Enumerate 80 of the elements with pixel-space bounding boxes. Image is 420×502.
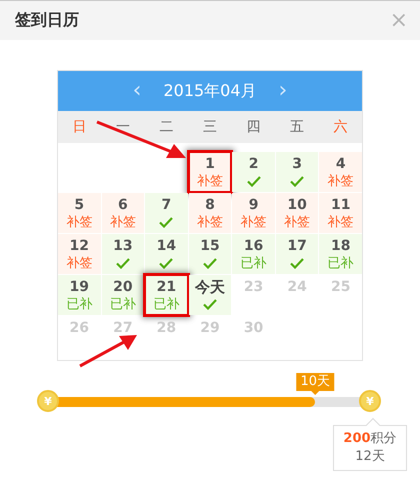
weekday-label: 六 bbox=[332, 118, 348, 136]
status-label: 已补 bbox=[110, 296, 136, 313]
status-label: 补签 bbox=[284, 214, 310, 231]
calendar-day[interactable]: 6 补签 bbox=[102, 193, 144, 233]
weekday-label: 二 bbox=[158, 118, 175, 136]
calendar-day[interactable]: 1 补签 bbox=[188, 152, 232, 192]
day-number: 21 bbox=[156, 279, 176, 296]
status-label: 已补 bbox=[153, 296, 180, 313]
day-number: 3 bbox=[292, 156, 302, 173]
weekday-label: 五 bbox=[288, 118, 305, 136]
calendar-day[interactable]: 20 已补 bbox=[102, 275, 144, 315]
calendar-day[interactable]: 19 已补 bbox=[58, 275, 101, 315]
calendar-day[interactable]: 2 bbox=[232, 152, 275, 192]
day-number: 14 bbox=[156, 238, 176, 255]
day-number: 2 bbox=[248, 156, 258, 173]
calendar-day[interactable]: 8 补签 bbox=[188, 193, 232, 233]
day-number: 18 bbox=[330, 238, 350, 255]
day-number: 10 bbox=[287, 197, 307, 214]
check-icon bbox=[202, 258, 217, 269]
day-number: 19 bbox=[70, 279, 90, 296]
day-number: 16 bbox=[244, 238, 264, 255]
day-number: 4 bbox=[336, 156, 346, 173]
weekday-label: 一 bbox=[115, 118, 132, 136]
check-icon bbox=[116, 258, 130, 269]
calendar-day[interactable]: 12 补签 bbox=[58, 234, 101, 274]
calendar-day[interactable]: 18 已补 bbox=[319, 234, 362, 274]
calendar-day[interactable]: 4 补签 bbox=[319, 152, 362, 192]
reward-days: 12天 bbox=[334, 448, 406, 466]
status-label: 已补 bbox=[66, 296, 92, 313]
coin-icon: ¥ bbox=[37, 390, 59, 412]
day-number: 1 bbox=[205, 156, 215, 173]
day-number: 今天 bbox=[194, 279, 225, 296]
check-icon bbox=[202, 299, 217, 310]
calendar-day[interactable]: 15 bbox=[188, 234, 232, 274]
status-label: 已补 bbox=[328, 255, 354, 272]
calendar-day[interactable]: 7 bbox=[145, 193, 188, 233]
status-label: 补签 bbox=[66, 214, 92, 231]
status-label: 补签 bbox=[196, 173, 223, 190]
status-label: 补签 bbox=[196, 214, 223, 231]
check-icon bbox=[290, 258, 304, 269]
day-number: 11 bbox=[330, 197, 350, 214]
status-label: 补签 bbox=[110, 214, 136, 231]
calendar-day[interactable]: 13 bbox=[102, 234, 144, 274]
status-label: 已补 bbox=[240, 255, 267, 272]
arrow bbox=[79, 335, 137, 368]
status-label: 补签 bbox=[66, 255, 92, 272]
calendar-day[interactable]: 今天 bbox=[188, 275, 232, 315]
calendar-day[interactable]: 9 补签 bbox=[232, 193, 275, 233]
check-icon bbox=[159, 258, 174, 269]
weekday-label: 四 bbox=[245, 118, 262, 136]
month-label: 2015年04月 bbox=[163, 80, 257, 102]
weekday-label: 三 bbox=[202, 118, 218, 136]
day-number: 12 bbox=[70, 238, 90, 255]
calendar-day[interactable]: 11 补签 bbox=[319, 193, 362, 233]
day-number: 20 bbox=[113, 279, 133, 296]
check-icon bbox=[246, 176, 261, 187]
calendar-day[interactable]: 16 已补 bbox=[232, 234, 275, 274]
day-number: 8 bbox=[205, 197, 215, 214]
day-number: 6 bbox=[118, 197, 128, 214]
day-number: 13 bbox=[113, 238, 133, 255]
calendar-day[interactable]: 21 已补 bbox=[145, 275, 188, 315]
calendar-day[interactable]: 3 bbox=[276, 152, 318, 192]
reward-points: 200积分 bbox=[342, 430, 398, 448]
status-label: 补签 bbox=[328, 214, 354, 231]
day-number: 5 bbox=[74, 197, 84, 214]
coin-icon: ¥ bbox=[359, 390, 381, 412]
day-number: 9 bbox=[248, 197, 258, 214]
window-title: 签到日历 bbox=[15, 10, 79, 31]
check-icon bbox=[159, 217, 174, 228]
calendar-day[interactable]: 10 补签 bbox=[276, 193, 318, 233]
calendar-day[interactable]: 14 bbox=[145, 234, 188, 274]
status-label: 补签 bbox=[240, 214, 267, 231]
check-icon bbox=[290, 176, 304, 187]
calendar-day[interactable]: 17 bbox=[276, 234, 318, 274]
weekday-label: 日 bbox=[72, 118, 88, 136]
day-number: 17 bbox=[287, 238, 307, 255]
calendar-day[interactable]: 5 补签 bbox=[58, 193, 101, 233]
day-number: 7 bbox=[162, 197, 172, 214]
day-number: 15 bbox=[200, 238, 220, 255]
status-label: 补签 bbox=[328, 173, 354, 190]
